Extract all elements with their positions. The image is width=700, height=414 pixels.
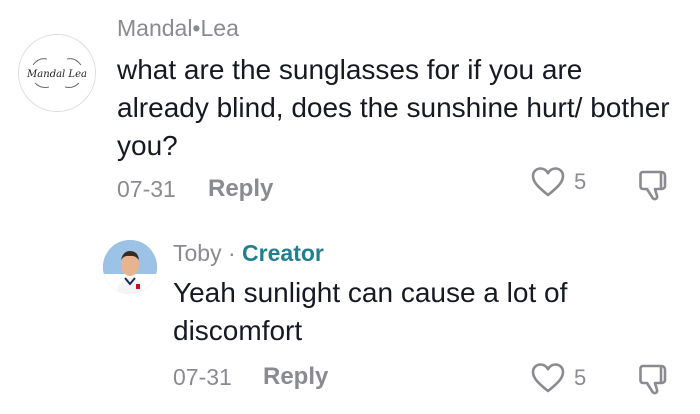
- comment-text: what are the sunglasses for if you are a…: [117, 54, 670, 161]
- creator-badge: Creator: [242, 240, 324, 266]
- comment-date: 07-31: [173, 364, 232, 390]
- like-count: 5: [574, 169, 587, 194]
- avatar[interactable]: Mandal Lea: [18, 34, 96, 112]
- thumbs-down-icon: [639, 364, 667, 395]
- dislike-button[interactable]: [637, 362, 673, 401]
- comment-text: Yeah sunlight can cause a lot of discomf…: [173, 277, 568, 346]
- avatar-logo-icon: Mandal Lea: [19, 35, 95, 111]
- dislike-button[interactable]: [637, 168, 673, 207]
- username-text[interactable]: Mandal•Lea: [117, 15, 239, 41]
- heart-outline-icon: [531, 167, 565, 197]
- reply-button[interactable]: Reply: [263, 365, 328, 389]
- comment-date: 07-31: [117, 176, 176, 202]
- like-button[interactable]: 5: [530, 166, 586, 198]
- avatar[interactable]: [103, 240, 157, 294]
- reply-button[interactable]: Reply: [208, 177, 273, 201]
- like-button[interactable]: 5: [530, 362, 586, 394]
- username-text[interactable]: Toby: [173, 240, 222, 266]
- comment-username[interactable]: Toby · Creator: [173, 242, 324, 265]
- comment-username[interactable]: Mandal•Lea: [117, 17, 239, 40]
- avatar-logo-text: Mandal Lea: [26, 69, 87, 80]
- like-count: 5: [574, 365, 587, 390]
- thumbs-down-icon: [639, 170, 667, 201]
- username-separator: ·: [221, 240, 243, 266]
- heart-outline-icon: [531, 363, 565, 393]
- avatar-photo: [103, 240, 157, 294]
